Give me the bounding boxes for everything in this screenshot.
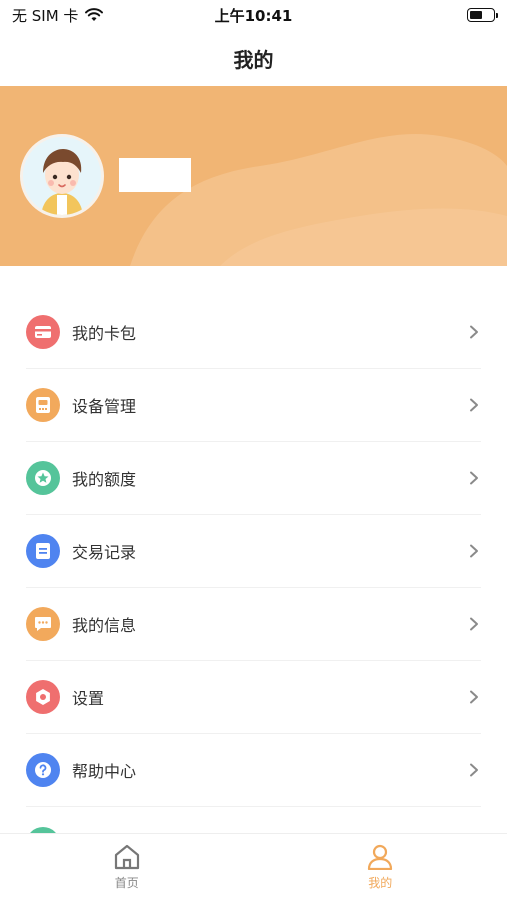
menu-item-settings[interactable]: 设置: [26, 661, 481, 734]
card-icon: [26, 315, 60, 349]
menu-item-my-info[interactable]: 我的信息: [26, 588, 481, 661]
tab-bar: 首页 我的: [0, 833, 507, 900]
menu-item-label: 设置: [72, 689, 105, 708]
menu-item-label: 设备管理: [72, 397, 137, 416]
user-icon: [368, 844, 393, 870]
battery-icon: [467, 8, 498, 22]
menu-list: 我的卡包 设备管理 我的额度 交易记录 我的信息 设置 帮助中心: [0, 296, 507, 880]
menu-item-device-management[interactable]: 设备管理: [26, 369, 481, 442]
avatar[interactable]: [20, 134, 104, 218]
avatar-illustration: [23, 137, 101, 215]
device-icon: [26, 388, 60, 422]
page-title: 我的: [233, 47, 274, 72]
menu-item-transaction-history[interactable]: 交易记录: [26, 515, 481, 588]
profile-header: [0, 86, 507, 266]
chevron-right-icon: [470, 763, 478, 777]
tab-label: 首页: [114, 876, 139, 890]
battery-fill: [470, 11, 483, 19]
chevron-right-icon: [470, 690, 478, 704]
menu-item-card-wallet[interactable]: 我的卡包: [26, 296, 481, 369]
list-icon: [26, 534, 60, 568]
tab-label: 我的: [368, 876, 393, 890]
tab-home[interactable]: 首页: [0, 834, 254, 900]
tab-mine[interactable]: 我的: [254, 834, 507, 900]
message-icon: [26, 607, 60, 641]
wifi-icon: [85, 8, 104, 21]
menu-item-label: 我的信息: [72, 616, 137, 635]
username-placeholder[interactable]: [119, 158, 191, 192]
help-icon: [26, 753, 60, 787]
menu-item-label: 我的额度: [72, 470, 137, 489]
star-icon: [26, 461, 60, 495]
carrier-text: 无 SIM 卡: [12, 6, 79, 25]
chevron-right-icon: [470, 544, 478, 558]
status-bar: 无 SIM 卡 上午10:41: [0, 0, 507, 30]
chevron-right-icon: [470, 617, 478, 631]
nav-bar: 我的: [0, 30, 507, 86]
chevron-right-icon: [470, 325, 478, 339]
status-left: 无 SIM 卡: [12, 5, 104, 26]
home-icon: [114, 844, 139, 870]
menu-item-label: 帮助中心: [72, 762, 137, 781]
menu-item-help-center[interactable]: 帮助中心: [26, 734, 481, 807]
menu-item-label: 我的卡包: [72, 324, 137, 343]
menu-item-label: 交易记录: [72, 543, 137, 562]
chevron-right-icon: [470, 471, 478, 485]
chevron-right-icon: [470, 398, 478, 412]
menu-item-my-limit[interactable]: 我的额度: [26, 442, 481, 515]
settings-icon: [26, 680, 60, 714]
